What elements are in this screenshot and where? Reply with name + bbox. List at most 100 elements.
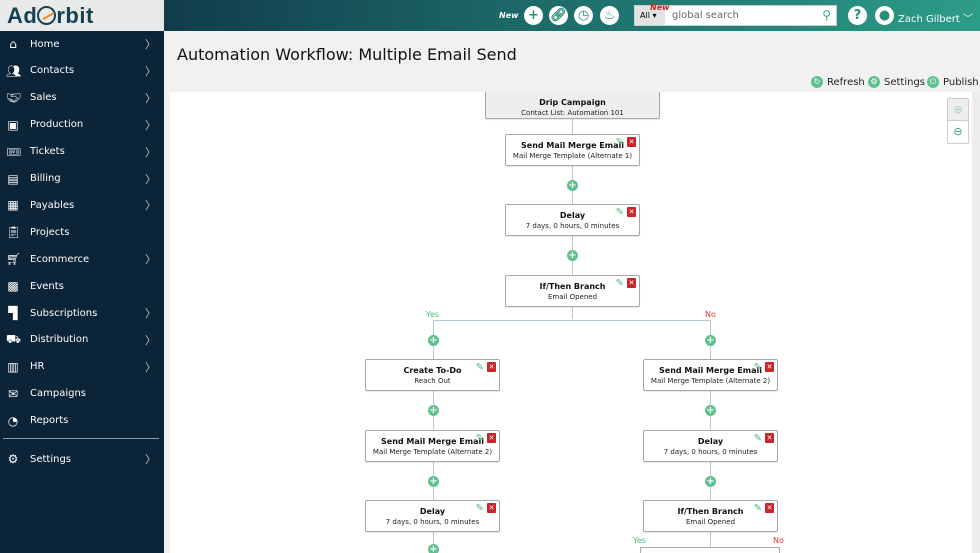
edit-pencil-icon[interactable]: ✎	[754, 503, 762, 514]
sidebar-item-reports[interactable]: ◔ Reports	[0, 408, 164, 434]
subscriptions-icon: ▜	[8, 306, 18, 320]
add-step-button[interactable]: +	[428, 476, 439, 487]
delete-trash-icon[interactable]: ✕	[765, 433, 774, 443]
delete-trash-icon[interactable]: ✕	[487, 433, 496, 443]
edit-pencil-icon[interactable]: ✎	[616, 207, 624, 218]
add-step-button[interactable]: +	[428, 405, 439, 416]
workflow-node[interactable]: Send Mail Merge Email Mail Merge Template…	[505, 134, 640, 166]
truck-icon: ⛟	[6, 331, 22, 346]
workflow-node[interactable]: If/Then Branch Email Opened ✎ ✕	[643, 500, 778, 532]
workflow-canvas[interactable]: Drip Campaign Contact List: Automation 1…	[170, 92, 972, 553]
sidebar-item-settings[interactable]: ⚙ Settings 〉	[0, 446, 164, 472]
new-label: New	[499, 11, 519, 20]
sidebar-item-label: Billing	[30, 173, 61, 184]
zoom-out-icon[interactable]: ⊖	[948, 121, 968, 143]
new-badge: New	[650, 3, 670, 12]
add-step-button[interactable]: +	[428, 335, 439, 346]
workflow-node[interactable]: If/Then Branch Email Opened ✎ ✕	[505, 275, 640, 307]
chevron-right-icon: 〉	[145, 91, 156, 105]
edit-pencil-icon[interactable]: ✎	[476, 503, 484, 514]
sidebar-item-distribution[interactable]: ⛟ Distribution 〉	[0, 327, 164, 353]
sidebar-item-home[interactable]: ⌂ Home 〉	[0, 31, 164, 57]
sidebar-item-contacts[interactable]: 👥︎ Contacts 〉	[0, 58, 164, 84]
add-step-button[interactable]: +	[705, 405, 716, 416]
search-icon[interactable]: ⚲	[822, 8, 831, 22]
branch-no-label: No	[773, 536, 784, 545]
link-icon[interactable]: 🔗︎	[549, 6, 568, 25]
sidebar-item-label: Projects	[30, 226, 70, 238]
edit-pencil-icon[interactable]: ✎	[616, 137, 624, 148]
gear-icon: ⚙	[7, 452, 19, 466]
chevron-right-icon: 〉	[145, 453, 156, 466]
workflow-node[interactable]: Delay 7 days, 0 hours, 0 minutes ✎ ✕	[365, 500, 500, 532]
delete-trash-icon[interactable]: ✕	[627, 137, 636, 147]
sidebar-item-hr[interactable]: ▥ HR 〉	[0, 354, 164, 380]
global-search[interactable]: All ▾ New global search ⚲	[634, 3, 837, 26]
history-icon[interactable]: ◷	[574, 6, 593, 25]
edit-pencil-icon[interactable]: ✎	[616, 278, 624, 289]
bell-icon[interactable]: ♨	[600, 6, 619, 25]
delete-trash-icon[interactable]: ✕	[765, 503, 774, 513]
sidebar-item-subscriptions[interactable]: ▜ Subscriptions 〉	[0, 300, 164, 326]
add-new-icon[interactable]: +	[524, 6, 543, 25]
add-step-button[interactable]: +	[705, 335, 716, 346]
chevron-right-icon: 〉	[145, 199, 156, 213]
sidebar-item-campaigns[interactable]: ✉ Campaigns	[0, 381, 164, 407]
billing-icon: ▤	[7, 171, 19, 186]
sidebar-item-tickets[interactable]: 🎟︎ Tickets 〉	[0, 139, 164, 165]
publish-button[interactable]: ⏻ Publish	[927, 76, 979, 88]
settings-button[interactable]: ⚙ Settings	[868, 76, 925, 88]
sidebar-item-label: Production	[30, 119, 84, 131]
refresh-button[interactable]: ↻ Refresh	[811, 76, 865, 88]
sidebar-item-projects[interactable]: 📋︎ Projects	[0, 219, 164, 245]
user-menu[interactable]: Zach Gilbert ﹀	[898, 10, 973, 25]
chevron-right-icon: 〉	[145, 38, 156, 51]
workflow-node[interactable]: Delay 7 days, 0 hours, 0 minutes ✎ ✕	[505, 204, 640, 236]
delete-trash-icon[interactable]: ✕	[765, 362, 774, 372]
adorbit-logo[interactable]: Ad rbit	[0, 0, 164, 31]
node-subtitle: Mail Merge Template (Alternate 1)	[512, 152, 633, 160]
help-icon[interactable]: ?	[848, 6, 867, 25]
canvas-scrollbar[interactable]	[972, 92, 980, 553]
branch-no-label: No	[705, 310, 716, 319]
branch-yes-label: Yes	[426, 310, 439, 319]
workflow-node[interactable]: Delay 7 days, 0 hours, 0 minutes ✎ ✕	[643, 430, 778, 462]
edit-pencil-icon[interactable]: ✎	[476, 362, 484, 373]
sidebar-item-sales[interactable]: 🤝︎ Sales 〉	[0, 85, 164, 111]
sidebar-item-ecommerce[interactable]: 🛒︎ Ecommerce 〉	[0, 246, 164, 272]
reports-icon: ◔	[7, 413, 19, 428]
search-input[interactable]: global search	[672, 10, 739, 21]
add-step-button[interactable]: +	[705, 476, 716, 487]
edit-pencil-icon[interactable]: ✎	[476, 433, 484, 444]
branch-yes-label: Yes	[633, 536, 646, 545]
chevron-right-icon: 〉	[145, 145, 156, 159]
add-step-button[interactable]: +	[567, 250, 578, 261]
delete-trash-icon[interactable]: ✕	[627, 207, 636, 217]
workflow-node[interactable]: Send Mail Merge Email Mail Merge Template…	[643, 359, 778, 391]
edit-pencil-icon[interactable]: ✎	[754, 433, 762, 444]
contacts-icon: 👥︎	[6, 63, 22, 78]
power-icon: ⏻	[927, 76, 939, 88]
add-step-button[interactable]: +	[428, 544, 439, 553]
workflow-node[interactable]: Send Mail Merge Email Mail Merge Template…	[365, 430, 500, 462]
zoom-in-icon[interactable]: ⊕	[948, 99, 968, 121]
add-step-button[interactable]: +	[567, 180, 578, 191]
sidebar-item-payables[interactable]: ▦ Payables 〉	[0, 192, 164, 218]
workflow-node[interactable]: Create To-Do Reach Out ✎ ✕	[365, 359, 500, 391]
node-subtitle: Mail Merge Template (Alternate 2)	[372, 448, 493, 456]
workflow-node[interactable]	[640, 547, 780, 553]
workflow-trigger-node[interactable]: Drip Campaign Contact List: Automation 1…	[485, 92, 660, 119]
delete-trash-icon[interactable]: ✕	[627, 278, 636, 288]
sidebar-item-events[interactable]: ▩ Events	[0, 273, 164, 299]
sidebar-item-billing[interactable]: ▤ Billing 〉	[0, 166, 164, 192]
avatar[interactable]: ●	[875, 6, 894, 25]
zoom-controls: ⊕ ⊖	[947, 98, 969, 144]
node-subtitle: Mail Merge Template (Alternate 2)	[650, 377, 771, 385]
sidebar-item-label: Distribution	[30, 334, 89, 346]
delete-trash-icon[interactable]: ✕	[487, 503, 496, 513]
delete-trash-icon[interactable]: ✕	[487, 362, 496, 372]
sidebar-item-production[interactable]: ▣ Production 〉	[0, 112, 164, 138]
sidebar-item-label: Ecommerce	[30, 253, 90, 265]
node-subtitle: Email Opened	[685, 518, 736, 526]
edit-pencil-icon[interactable]: ✎	[754, 362, 762, 373]
